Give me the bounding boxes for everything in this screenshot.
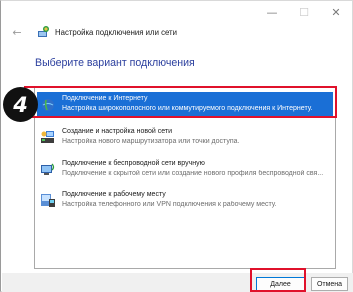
close-button[interactable]: ✕ [320,1,352,23]
cancel-button[interactable]: Отмена [311,277,348,291]
maximize-icon: ☐ [299,5,309,19]
option-description: Настройка широкополосного или коммутируе… [62,105,313,112]
back-arrow-icon: ← [12,25,22,39]
option-workplace[interactable]: Подключение к рабочему месту Настройка т… [37,188,333,212]
option-title: Создание и настройка новой сети [62,128,173,135]
option-new-network[interactable]: Создание и настройка новой сети Настройк… [37,125,333,149]
minimize-button[interactable]: — [256,1,288,23]
page-title: Выберите вариант подключения [35,57,195,69]
option-description: Настройка нового маршрутизатора или точк… [62,138,240,145]
workplace-phone-icon [41,194,55,207]
window-title: Настройка подключения или сети [55,27,177,37]
back-button[interactable]: ← [10,25,24,39]
option-title: Подключение к рабочему месту [62,191,166,198]
connection-wizard-window: — ☐ ✕ ← Настройка подключения или сети В… [0,0,353,292]
wireless-computer-icon [41,163,55,175]
network-setup-icon [38,26,49,37]
close-icon: ✕ [331,5,341,19]
network-router-icon [41,131,54,143]
option-internet-connection[interactable]: Подключение к Интернету Настройка широко… [37,92,333,116]
option-title: Подключение к Интернету [62,95,148,102]
option-description: Подключение к скрытой сети или создание … [62,170,324,177]
maximize-button[interactable]: ☐ [288,1,320,23]
next-button[interactable]: Далее [256,277,305,291]
step-number-badge: 4 [3,87,38,122]
option-manual-wireless[interactable]: Подключение к беспроводной сети вручную … [37,157,333,181]
option-description: Настройка телефонного или VPN подключени… [62,201,277,208]
globe-icon [42,99,54,111]
connection-options-list: Подключение к Интернету Настройка широко… [34,86,336,269]
window-controls: — ☐ ✕ [256,1,352,23]
header-bar: ← Настройка подключения или сети [10,24,177,40]
minimize-icon: — [266,5,278,19]
option-title: Подключение к беспроводной сети вручную [62,160,205,167]
